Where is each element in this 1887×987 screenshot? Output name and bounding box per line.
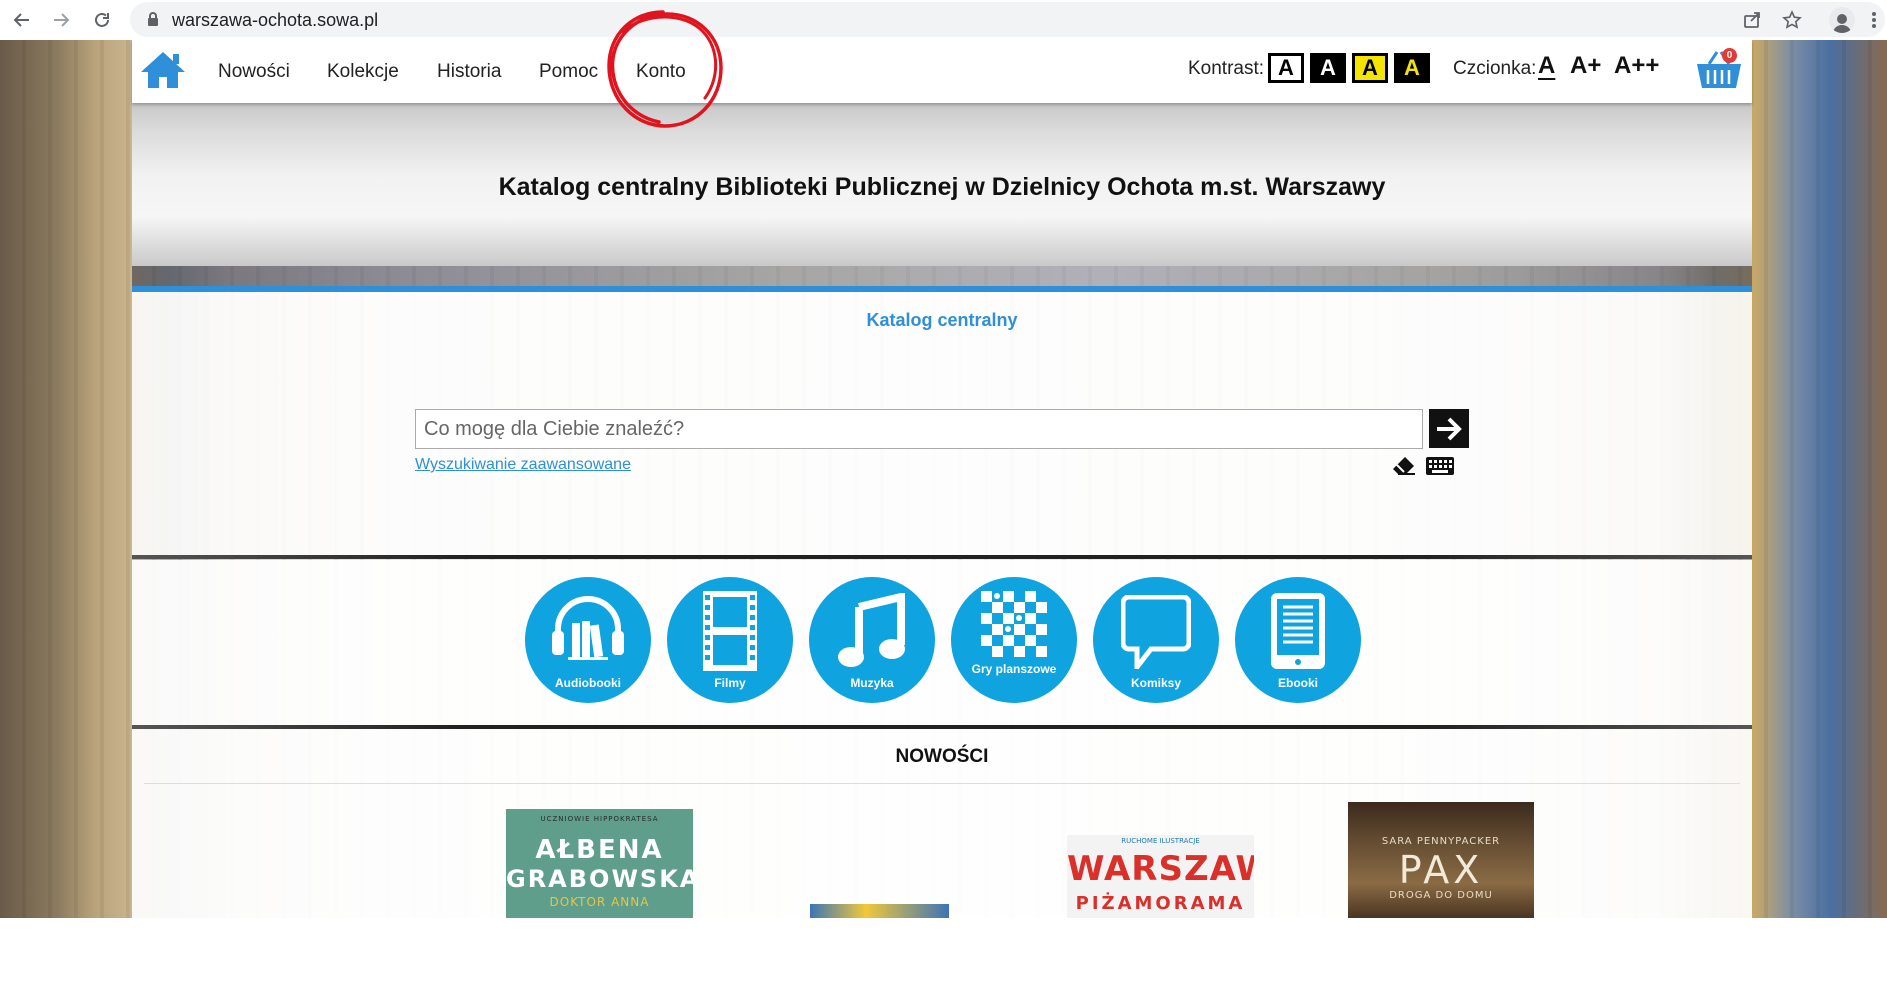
font-size-label: Czcionka:	[1453, 58, 1537, 79]
lock-icon[interactable]	[146, 11, 160, 32]
nav-item-historia[interactable]: Historia	[437, 61, 501, 83]
category-audiobooki[interactable]: Audiobooki	[525, 577, 651, 703]
book-cover[interactable]	[810, 904, 949, 918]
advanced-search-link[interactable]: Wyszukiwanie zaawansowane	[415, 456, 631, 474]
font-size-normal-button[interactable]: A	[1538, 52, 1555, 80]
film-strip-icon	[703, 591, 757, 671]
eraser-icon[interactable]	[1391, 455, 1417, 482]
news-section-title: NOWOŚCI	[895, 746, 989, 767]
address-bar[interactable]: warszawa-ochota.sowa.pl	[130, 2, 1885, 37]
font-size-xlarge-button[interactable]: A++	[1614, 52, 1659, 80]
back-arrow-icon[interactable]	[8, 6, 36, 34]
search-panel: Katalog centralny Wyszukiwanie zaawansow…	[132, 292, 1752, 557]
news-divider	[144, 783, 1740, 784]
url-text: warszawa-ochota.sowa.pl	[172, 10, 379, 30]
contrast-black-yellow-button[interactable]: A	[1394, 53, 1430, 83]
forward-arrow-icon[interactable]	[47, 6, 75, 34]
headphones-books-icon	[552, 596, 624, 660]
home-icon[interactable]	[140, 50, 186, 90]
arrow-right-icon	[1437, 417, 1462, 440]
category-muzyka[interactable]: Muzyka	[809, 577, 935, 703]
hero-banner: Katalog centralny Biblioteki Publicznej …	[132, 103, 1752, 266]
contrast-black-white-button[interactable]: A	[1310, 53, 1346, 83]
nav-item-kolekcje[interactable]: Kolekcje	[327, 61, 399, 83]
speech-bubble-icon	[1121, 595, 1191, 669]
contrast-yellow-black-button[interactable]: A	[1352, 53, 1388, 83]
section-divider	[132, 555, 1752, 559]
basket-count-badge: 0	[1722, 48, 1737, 63]
book-cover[interactable]: SARA PENNYPACKER PAX DROGA DO DOMU	[1348, 802, 1534, 918]
nav-item-konto[interactable]: Konto	[636, 61, 686, 83]
category-filmy[interactable]: Filmy	[667, 577, 793, 703]
page-viewport: Nowości Kolekcje Historia Pomoc Konto Ko…	[0, 40, 1887, 918]
hero-bottom-shade	[132, 266, 1752, 286]
category-komiksy[interactable]: Komiksy	[1093, 577, 1219, 703]
contrast-label: Kontrast:	[1188, 58, 1265, 79]
category-label: Komiksy	[1130, 676, 1182, 690]
category-ebooki[interactable]: Ebooki	[1235, 577, 1361, 703]
star-icon[interactable]	[1778, 6, 1806, 34]
site-container: Nowości Kolekcje Historia Pomoc Konto Ko…	[132, 40, 1752, 918]
category-label: Muzyka	[850, 676, 894, 690]
contrast-normal-button[interactable]: A	[1268, 53, 1304, 83]
category-label: Ebooki	[1277, 676, 1318, 690]
book-cover[interactable]: RUCHOME ILUSTRACJE WARSZAWA PIŻAMORAMA	[1067, 835, 1254, 918]
category-label: Filmy	[714, 676, 746, 690]
catalog-title[interactable]: Katalog centralny	[132, 310, 1752, 331]
category-label: Audiobooki	[555, 676, 621, 690]
nav-item-nowosci[interactable]: Nowości	[218, 61, 290, 83]
board-game-icon	[981, 591, 1047, 657]
share-icon[interactable]	[1738, 6, 1766, 34]
nav-item-pomoc[interactable]: Pomoc	[539, 61, 598, 83]
search-input[interactable]	[415, 409, 1423, 449]
categories-panel: Audiobooki Filmy Muzyka Gry planszowe Ko…	[132, 560, 1752, 725]
browser-toolbar: warszawa-ochota.sowa.pl	[0, 0, 1887, 40]
book-cover[interactable]: UCZNIOWIE HIPPOKRATESA AŁBENA GRABOWSKA …	[506, 809, 693, 918]
profile-icon[interactable]	[1828, 6, 1856, 34]
keyboard-icon[interactable]	[1425, 456, 1455, 481]
music-note-icon	[838, 593, 905, 667]
kebab-menu-icon[interactable]	[1866, 6, 1882, 34]
page-title: Katalog centralny Biblioteki Publicznej …	[498, 173, 1386, 201]
top-navigation: Nowości Kolekcje Historia Pomoc Konto Ko…	[132, 40, 1752, 103]
news-panel: NOWOŚCI UCZNIOWIE HIPPOKRATESA AŁBENA GR…	[132, 729, 1752, 918]
search-submit-button[interactable]	[1429, 409, 1469, 448]
font-size-large-button[interactable]: A+	[1570, 52, 1601, 80]
reload-icon[interactable]	[88, 6, 116, 34]
category-label: Gry planszowe	[971, 662, 1057, 676]
ebook-reader-icon	[1271, 593, 1325, 669]
category-gry-planszowe[interactable]: Gry planszowe	[951, 577, 1077, 703]
